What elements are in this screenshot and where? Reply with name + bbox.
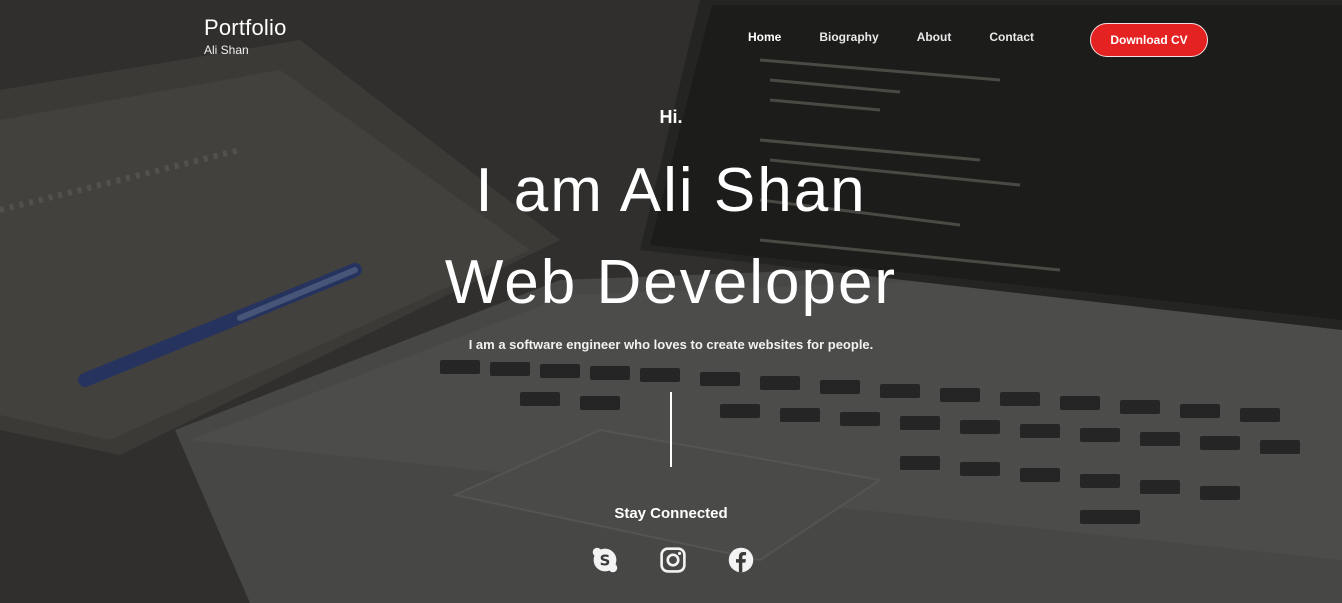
skype-icon[interactable]: S bbox=[590, 545, 620, 575]
hero-section: Portfolio Ali Shan Home Biography About … bbox=[0, 0, 1342, 603]
hero-headline-role: Web Developer bbox=[444, 248, 898, 317]
brand-logo[interactable]: Portfolio Ali Shan bbox=[204, 15, 287, 57]
nav-link-contact[interactable]: Contact bbox=[989, 30, 1034, 44]
svg-text:S: S bbox=[600, 551, 611, 569]
hero-greeting: Hi. bbox=[659, 107, 683, 127]
vertical-divider bbox=[670, 392, 672, 467]
brand-title[interactable]: Portfolio bbox=[204, 15, 287, 41]
social-heading: Stay Connected bbox=[614, 505, 728, 522]
nav-link-home[interactable]: Home bbox=[748, 30, 781, 44]
hero-headline-name: I am Ali Shan bbox=[475, 156, 867, 225]
brand-subtitle: Ali Shan bbox=[204, 43, 249, 57]
main-nav: Home Biography About Contact bbox=[748, 30, 1072, 44]
nav-link-biography[interactable]: Biography bbox=[819, 30, 878, 44]
facebook-icon[interactable] bbox=[726, 545, 756, 575]
hero-tagline: I am a software engineer who loves to cr… bbox=[468, 337, 874, 352]
download-cv-button[interactable]: Download CV bbox=[1090, 23, 1208, 57]
instagram-icon[interactable] bbox=[658, 545, 688, 575]
nav-link-about[interactable]: About bbox=[917, 30, 952, 44]
social-links: S bbox=[590, 545, 756, 575]
